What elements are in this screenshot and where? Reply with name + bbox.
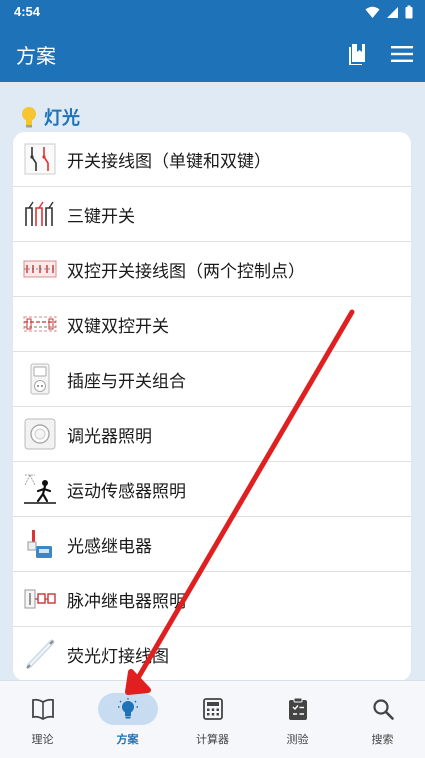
nav-icon-wrap bbox=[97, 693, 158, 725]
nav-tab-search[interactable]: 搜索 bbox=[340, 681, 425, 758]
lightbulb-icon bbox=[117, 698, 138, 719]
list-item-impulse-relay[interactable]: 脉冲继电器照明 bbox=[13, 572, 411, 627]
impulse-relay-icon bbox=[23, 582, 57, 616]
nav-tab-quiz[interactable]: 测验 bbox=[255, 681, 340, 758]
nav-icon-wrap bbox=[13, 693, 73, 725]
fluorescent-lamp-icon bbox=[23, 637, 57, 671]
nav-tab-schemes[interactable]: 方案 bbox=[85, 681, 170, 758]
item-label: 调光器照明 bbox=[67, 426, 152, 447]
nav-label: 计算器 bbox=[196, 733, 229, 746]
light-sensor-relay-icon bbox=[23, 527, 57, 561]
status-time: 4:54 bbox=[14, 4, 41, 19]
nav-label: 理论 bbox=[31, 733, 54, 746]
item-label: 双控开关接线图（两个控制点） bbox=[67, 261, 305, 282]
nav-label: 方案 bbox=[116, 733, 139, 746]
item-label: 运动传感器照明 bbox=[67, 481, 186, 502]
clipboard-check-icon bbox=[288, 697, 307, 720]
status-icons bbox=[365, 5, 413, 19]
book-icon bbox=[31, 698, 54, 720]
page-title: 方案 bbox=[16, 44, 56, 68]
bookmark-book-icon bbox=[349, 44, 365, 65]
wifi-icon bbox=[365, 6, 380, 18]
section-header: 灯光 bbox=[20, 104, 80, 130]
list-item-light-relay[interactable]: 光感继电器 bbox=[13, 517, 411, 572]
status-bar: 4:54 bbox=[0, 0, 425, 26]
item-label: 三键开关 bbox=[67, 206, 135, 227]
app-bar: 方案 bbox=[0, 26, 425, 82]
nav-label: 搜索 bbox=[371, 733, 394, 746]
list-item-motion-sensor[interactable]: 运动传感器照明 bbox=[13, 462, 411, 517]
section-title: 灯光 bbox=[44, 108, 80, 129]
dimmer-icon bbox=[23, 417, 57, 451]
item-label: 双键双控开关 bbox=[67, 316, 169, 337]
nav-tab-calculator[interactable]: 计算器 bbox=[170, 681, 255, 758]
list-item-two-way-wiring[interactable]: 双控开关接线图（两个控制点） bbox=[13, 242, 411, 297]
nav-icon-wrap bbox=[353, 693, 413, 725]
item-label: 脉冲继电器照明 bbox=[67, 591, 186, 612]
nav-icon-wrap bbox=[268, 693, 328, 725]
three-gang-switch-icon bbox=[23, 197, 57, 231]
battery-icon bbox=[405, 5, 413, 19]
list-item-switch-wiring[interactable]: 开关接线图（单键和双键） bbox=[13, 132, 411, 187]
double-two-way-switch-icon bbox=[23, 307, 57, 341]
list-item-double-two-way[interactable]: 双键双控开关 bbox=[13, 297, 411, 352]
socket-switch-combo-icon bbox=[23, 362, 57, 396]
bottom-nav: 理论 方案 计算器 测验 搜索 bbox=[0, 680, 425, 758]
item-label: 插座与开关组合 bbox=[67, 371, 186, 392]
list-item-fluorescent[interactable]: 荧光灯接线图 bbox=[13, 627, 411, 681]
lightbulb-icon bbox=[22, 107, 36, 128]
two-way-switch-wiring-icon bbox=[23, 252, 57, 286]
single-double-switch-icon bbox=[23, 142, 57, 176]
lighting-section: 灯光 开关接线图（单键和双键） 三键开关 双控开关接线图（两个控制点） 双键双控… bbox=[0, 82, 425, 681]
calculator-icon bbox=[202, 698, 223, 720]
nav-tab-theory[interactable]: 理论 bbox=[0, 681, 85, 758]
scheme-list: 开关接线图（单键和双键） 三键开关 双控开关接线图（两个控制点） 双键双控开关 … bbox=[13, 132, 411, 681]
nav-icon-wrap bbox=[183, 693, 243, 725]
list-item-socket-switch[interactable]: 插座与开关组合 bbox=[13, 352, 411, 407]
item-label: 光感继电器 bbox=[67, 536, 152, 557]
list-item-dimmer[interactable]: 调光器照明 bbox=[13, 407, 411, 462]
list-item-three-gang[interactable]: 三键开关 bbox=[13, 187, 411, 242]
hamburger-menu-icon bbox=[391, 46, 413, 62]
search-icon bbox=[372, 699, 394, 720]
item-label: 开关接线图（单键和双键） bbox=[67, 151, 271, 172]
item-label: 荧光灯接线图 bbox=[67, 646, 169, 667]
motion-sensor-icon bbox=[23, 472, 57, 506]
signal-icon bbox=[387, 6, 398, 18]
nav-label: 测验 bbox=[286, 733, 309, 746]
menu-button[interactable] bbox=[388, 40, 416, 68]
bookmarks-button[interactable] bbox=[344, 40, 370, 68]
